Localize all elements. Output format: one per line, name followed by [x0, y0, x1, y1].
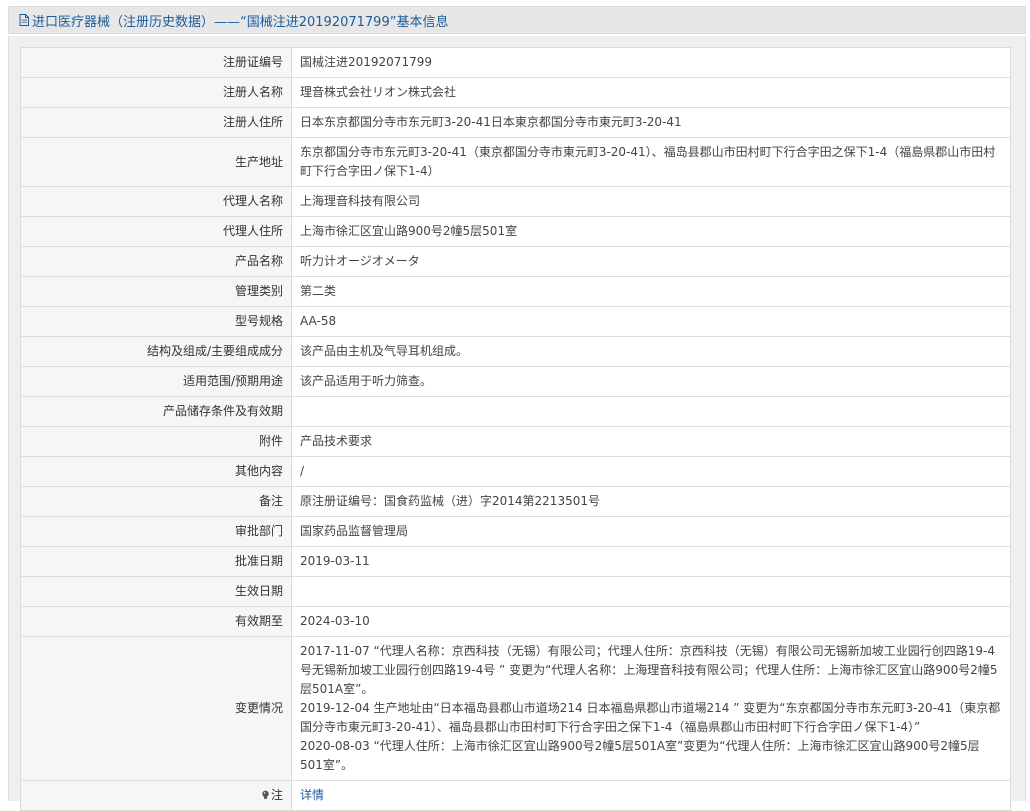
table-row: 产品名称 听力计オージオメータ: [20, 246, 1011, 277]
field-label: 备注: [20, 486, 292, 517]
table-row: 生效日期: [20, 576, 1011, 607]
note-value: 详情: [291, 780, 1011, 811]
field-value: 产品技术要求: [291, 426, 1011, 457]
field-value: 第二类: [291, 276, 1011, 307]
field-label: 管理类别: [20, 276, 292, 307]
field-value: 东京都国分寺市东元町3-20-41（東京都国分寺市東元町3-20-41）、福岛县…: [291, 137, 1011, 187]
table-row: 审批部门 国家药品监督管理局: [20, 516, 1011, 547]
field-label: 变更情况: [20, 636, 292, 781]
field-label: 产品储存条件及有效期: [20, 396, 292, 427]
field-value: 听力计オージオメータ: [291, 246, 1011, 277]
field-value: 2024-03-10: [291, 606, 1011, 637]
field-value: 上海理音科技有限公司: [291, 186, 1011, 217]
document-icon: [19, 14, 29, 26]
table-row: 产品储存条件及有效期: [20, 396, 1011, 427]
field-label: 附件: [20, 426, 292, 457]
field-value: AA-58: [291, 306, 1011, 337]
field-label: 型号规格: [20, 306, 292, 337]
table-row-changes: 变更情况 2017-11-07 “代理人名称：京西科技（无锡）有限公司；代理人住所…: [20, 636, 1011, 781]
table-row: 生产地址 东京都国分寺市东元町3-20-41（東京都国分寺市東元町3-20-41）…: [20, 137, 1011, 187]
field-value: [291, 576, 1011, 607]
field-label: 注册人住所: [20, 107, 292, 138]
field-label: 其他内容: [20, 456, 292, 487]
details-link[interactable]: 详情: [300, 788, 324, 802]
table-row: 代理人住所 上海市徐汇区宜山路900号2幢5层501室: [20, 216, 1011, 247]
field-value: 日本东京都国分寺市东元町3-20-41日本東京都国分寺市東元町3-20-41: [291, 107, 1011, 138]
table-row: 批准日期 2019-03-11: [20, 546, 1011, 577]
field-value: 原注册证编号：国食药监械（进）字2014第2213501号: [291, 486, 1011, 517]
table-row: 有效期至 2024-03-10: [20, 606, 1011, 637]
field-value: 国家药品监督管理局: [291, 516, 1011, 547]
lightbulb-icon: [262, 790, 269, 799]
field-label: 审批部门: [20, 516, 292, 547]
table-row: 结构及组成/主要组成成分 该产品由主机及气导耳机组成。: [20, 336, 1011, 367]
field-value: 国械注进20192071799: [291, 47, 1011, 78]
registration-info-table: 注册证编号 国械注进20192071799 注册人名称 理音株式会社リオン株式会社 注册…: [20, 47, 1011, 811]
field-label: 批准日期: [20, 546, 292, 577]
page-title: 进口医疗器械（注册历史数据）——“国械注进20192071799”基本信息: [32, 14, 449, 30]
table-row: 注册人名称 理音株式会社リオン株式会社: [20, 77, 1011, 108]
field-label: 适用范围/预期用途: [20, 366, 292, 397]
change-history: 2017-11-07 “代理人名称：京西科技（无锡）有限公司；代理人住所：京西科…: [291, 636, 1011, 781]
table-row: 代理人名称 上海理音科技有限公司: [20, 186, 1011, 217]
page-header: 进口医疗器械（注册历史数据）——“国械注进20192071799”基本信息: [8, 6, 1026, 34]
table-row-note: 注 详情: [20, 780, 1011, 811]
field-label: 代理人名称: [20, 186, 292, 217]
field-value: 理音株式会社リオン株式会社: [291, 77, 1011, 108]
field-value: 该产品适用于听力筛查。: [291, 366, 1011, 397]
change-entry: 2020-08-03 “代理人住所：上海市徐汇区宜山路900号2幢5层501A室…: [300, 739, 980, 772]
table-row: 适用范围/预期用途 该产品适用于听力筛查。: [20, 366, 1011, 397]
change-entry: 2019-12-04 生产地址由“日本福岛县郡山市道场214 日本福島県郡山市道…: [300, 701, 1001, 734]
field-value: 2019-03-11: [291, 546, 1011, 577]
field-label: 结构及组成/主要组成成分: [20, 336, 292, 367]
table-row: 管理类别 第二类: [20, 276, 1011, 307]
note-label: 注: [270, 788, 283, 802]
field-value: /: [291, 456, 1011, 487]
field-label: 产品名称: [20, 246, 292, 277]
table-row: 附件 产品技术要求: [20, 426, 1011, 457]
field-label: 注册证编号: [20, 47, 292, 78]
table-row: 注册人住所 日本东京都国分寺市东元町3-20-41日本東京都国分寺市東元町3-20…: [20, 107, 1011, 138]
field-label: 代理人住所: [20, 216, 292, 247]
table-row: 其他内容 /: [20, 456, 1011, 487]
field-value: 该产品由主机及气导耳机组成。: [291, 336, 1011, 367]
field-label: 有效期至: [20, 606, 292, 637]
field-label: 生产地址: [20, 137, 292, 187]
note-label-cell: 注: [20, 780, 292, 811]
field-value: 上海市徐汇区宜山路900号2幢5层501室: [291, 216, 1011, 247]
field-label: 注册人名称: [20, 77, 292, 108]
table-row: 备注 原注册证编号：国食药监械（进）字2014第2213501号: [20, 486, 1011, 517]
table-row: 注册证编号 国械注进20192071799: [20, 47, 1011, 78]
change-entry: 2017-11-07 “代理人名称：京西科技（无锡）有限公司；代理人住所：京西科…: [300, 644, 998, 696]
table-row: 型号规格 AA-58: [20, 306, 1011, 337]
page: 进口医疗器械（注册历史数据）——“国械注进20192071799”基本信息 注册…: [0, 0, 1030, 811]
field-label: 生效日期: [20, 576, 292, 607]
field-value: [291, 396, 1011, 427]
